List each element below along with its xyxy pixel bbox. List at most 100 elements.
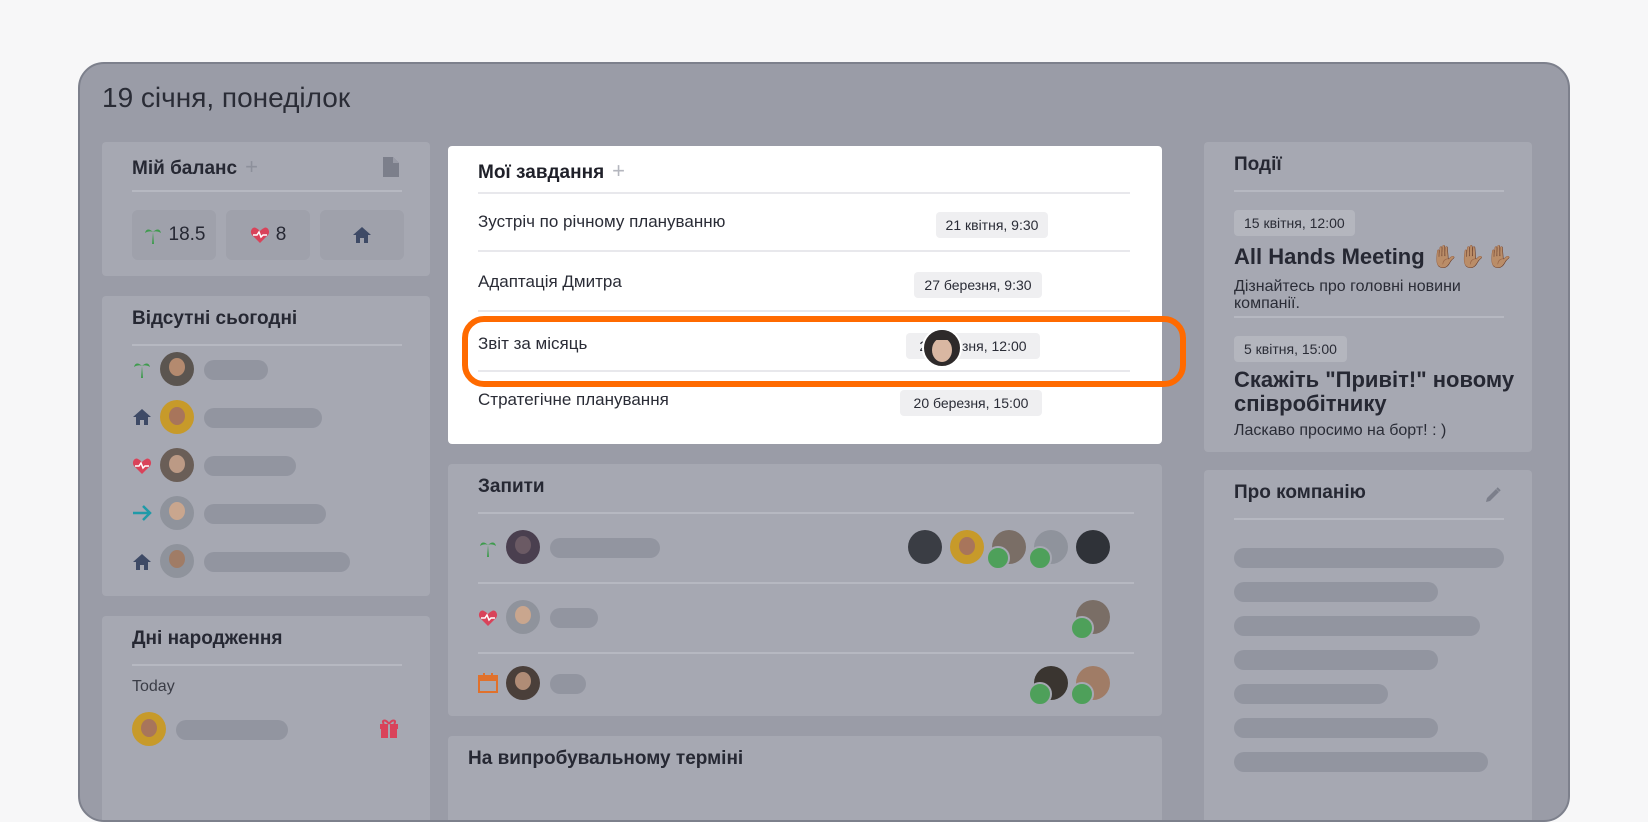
event-date: 5 квітня, 15:00 <box>1234 336 1347 362</box>
palm-icon <box>480 542 496 557</box>
absent-today-card: Відсутні сьогодні <box>102 296 430 596</box>
task-row[interactable]: Стратегічне планування 20 березня, 15:00 <box>478 380 1128 440</box>
about-company-card: Про компанію <box>1204 470 1532 820</box>
calendar-icon <box>478 673 498 693</box>
balance-card: Мій баланс + 18.5 8 <box>102 142 430 276</box>
event-title[interactable]: All Hands Meeting ✋🏽✋🏽✋🏽 <box>1234 244 1524 270</box>
sick-days-value: 8 <box>275 224 287 245</box>
today-label: Today <box>132 678 175 695</box>
birthdays-card: Дні народження Today <box>102 616 430 820</box>
name-placeholder <box>550 608 598 628</box>
check-icon <box>1070 682 1094 706</box>
name-placeholder <box>550 538 660 558</box>
approver-avatar[interactable] <box>908 530 942 564</box>
probation-card: На випробувальному терміні <box>448 736 1162 820</box>
highlight-outline <box>462 316 1186 387</box>
avatar[interactable] <box>506 666 540 700</box>
divider <box>478 250 1130 252</box>
check-icon <box>1070 616 1094 640</box>
balance-title: Мій баланс + <box>132 154 258 179</box>
pencil-icon[interactable] <box>1484 486 1502 504</box>
task-date: 27 березня, 9:30 <box>914 272 1042 298</box>
name-placeholder <box>204 408 322 428</box>
approver-avatar[interactable] <box>950 530 984 564</box>
probation-title: На випробувальному терміні <box>468 748 744 769</box>
remote-balance[interactable] <box>320 210 404 260</box>
check-icon <box>1028 546 1052 570</box>
approver-avatar[interactable] <box>1076 530 1110 564</box>
event-date: 15 квітня, 12:00 <box>1234 210 1355 236</box>
avatar[interactable] <box>132 712 166 746</box>
avatar[interactable] <box>160 352 194 386</box>
palm-icon <box>134 363 150 378</box>
sick-balance[interactable]: 8 <box>226 210 310 260</box>
plus-icon[interactable]: + <box>612 158 625 183</box>
text-placeholder <box>1234 616 1480 636</box>
my-tasks-card: Мої завдання + Зустріч по річному планува… <box>448 146 1162 444</box>
heart-icon <box>132 458 152 474</box>
divider <box>132 664 402 666</box>
divider <box>478 652 1134 654</box>
text-placeholder <box>1234 548 1504 568</box>
document-icon[interactable] <box>382 156 400 178</box>
name-placeholder <box>176 720 288 740</box>
name-placeholder <box>204 504 326 524</box>
text-placeholder <box>1234 582 1438 602</box>
birthdays-title: Дні народження <box>132 628 283 649</box>
dashboard-window: 19 січня, понеділок Мій баланс + 18.5 8 В… <box>78 62 1570 822</box>
avatar[interactable] <box>506 530 540 564</box>
page-title: 19 січня, понеділок <box>102 82 351 113</box>
avatar[interactable] <box>160 496 194 530</box>
company-title: Про компанію <box>1234 482 1366 503</box>
name-placeholder <box>204 456 296 476</box>
divider <box>132 344 402 346</box>
divider <box>478 192 1130 194</box>
avatar[interactable] <box>160 400 194 434</box>
text-placeholder <box>1234 684 1388 704</box>
gift-icon[interactable] <box>378 717 400 739</box>
text-placeholder <box>1234 650 1438 670</box>
divider <box>132 190 402 192</box>
avatar[interactable] <box>506 600 540 634</box>
task-date: 21 квітня, 9:30 <box>936 212 1048 238</box>
task-date: 20 березня, 15:00 <box>900 390 1042 416</box>
divider <box>478 310 1130 312</box>
name-placeholder <box>204 360 268 380</box>
event-title[interactable]: Скажіть "Привіт!" новому співробітнику <box>1234 368 1524 416</box>
task-row[interactable]: Адаптація Дмитра 27 березня, 9:30 <box>478 262 1128 322</box>
name-placeholder <box>204 552 350 572</box>
requests-card: Запити <box>448 464 1162 716</box>
home-icon <box>353 227 371 243</box>
task-name: Стратегічне планування <box>478 390 669 409</box>
home-icon <box>133 554 151 570</box>
events-card: Події 15 квітня, 12:00 All Hands Meeting… <box>1204 142 1532 452</box>
requests-title: Запити <box>478 476 545 497</box>
event-description: Ласкаво просимо на борт! : ) <box>1234 422 1447 439</box>
task-name: Зустріч по річному плануванню <box>478 212 726 231</box>
divider <box>1234 190 1504 192</box>
event-description: Дізнайтесь про головні новини компанії. <box>1234 278 1461 312</box>
arrow-right-icon <box>133 505 152 521</box>
check-icon <box>1028 682 1052 706</box>
divider <box>1234 518 1504 520</box>
heart-icon <box>250 227 269 243</box>
task-name: Адаптація Дмитра <box>478 272 622 291</box>
absent-title: Відсутні сьогодні <box>132 308 298 329</box>
heart-icon <box>478 610 498 626</box>
name-placeholder <box>550 674 586 694</box>
vacation-balance[interactable]: 18.5 <box>132 210 216 260</box>
divider <box>478 512 1134 514</box>
text-placeholder <box>1234 718 1438 738</box>
events-title: Події <box>1234 154 1282 175</box>
task-row[interactable]: Зустріч по річному плануванню 21 квітня,… <box>478 202 1128 262</box>
avatar[interactable] <box>160 448 194 482</box>
check-icon <box>986 546 1010 570</box>
tasks-title: Мої завдання + <box>478 158 626 183</box>
avatar[interactable] <box>160 544 194 578</box>
plus-icon[interactable]: + <box>245 154 258 179</box>
palm-icon <box>144 229 161 244</box>
divider <box>1234 316 1504 318</box>
text-placeholder <box>1234 752 1488 772</box>
home-icon <box>133 409 151 425</box>
vacation-days-value: 18.5 <box>168 224 206 245</box>
